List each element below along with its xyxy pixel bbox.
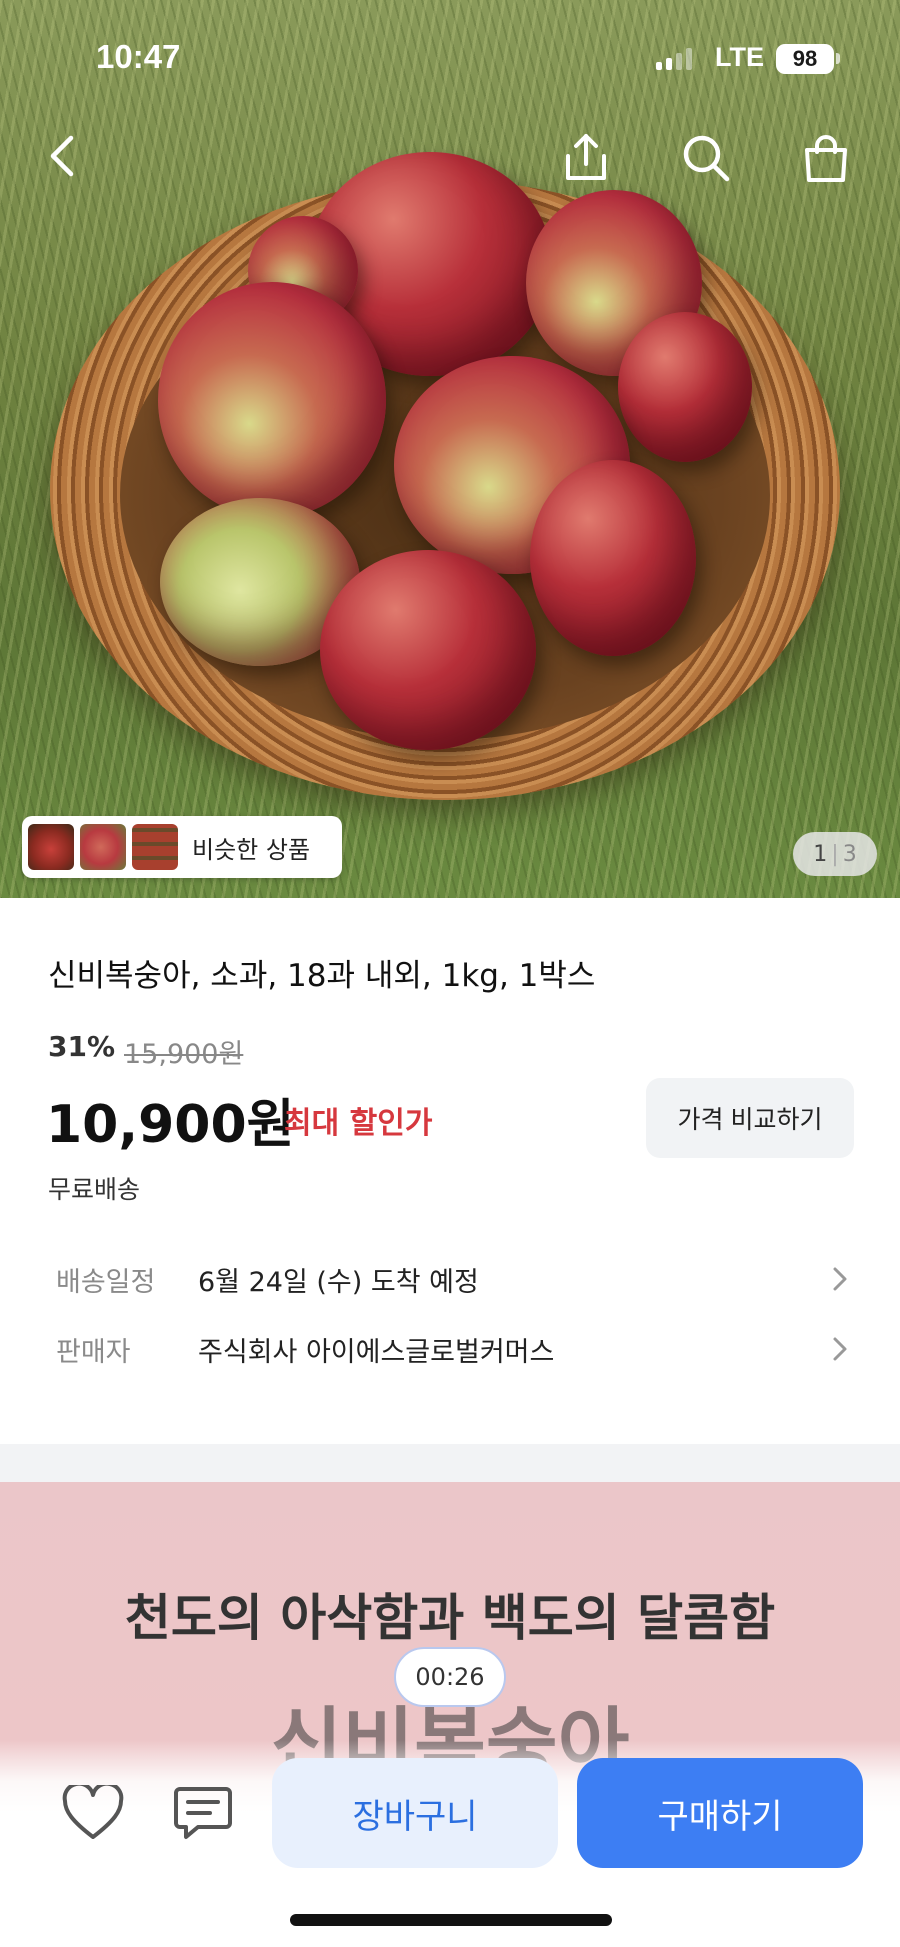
similar-thumb — [132, 824, 178, 870]
similar-products-label: 비슷한 상품 — [192, 835, 311, 864]
shipping-label: 무료배송 — [48, 1175, 141, 1204]
peach — [320, 550, 536, 750]
network-label: LTE — [715, 42, 764, 72]
seller-row[interactable]: 판매자 주식회사 아이에스글로벌커머스 — [0, 1320, 900, 1380]
buy-now-button[interactable]: 구매하기 — [577, 1758, 863, 1868]
peach — [158, 282, 386, 518]
similar-products-button[interactable]: 비슷한 상품 — [22, 816, 342, 878]
shopping-bag-icon[interactable] — [794, 126, 858, 190]
promo-headline: 천도의 아삭함과 백도의 달콤함 — [124, 1589, 776, 1647]
delivery-label: 배송일정 — [56, 1267, 156, 1298]
price-tag: 최대 할인가 — [284, 1106, 433, 1141]
seller-value: 주식회사 아이에스글로벌커머스 — [198, 1337, 555, 1368]
battery-icon: 98 — [776, 44, 834, 74]
original-price: 15,900원 — [124, 1039, 244, 1070]
peach — [530, 460, 696, 656]
peach — [618, 312, 752, 462]
image-counter-separator: | — [831, 841, 839, 867]
similar-thumb — [80, 824, 126, 870]
chat-icon[interactable] — [168, 1778, 238, 1848]
similar-thumb — [28, 824, 74, 870]
seller-label: 판매자 — [56, 1337, 131, 1368]
add-to-cart-button[interactable]: 장바구니 — [272, 1758, 558, 1868]
compare-price-button[interactable]: 가격 비교하기 — [646, 1078, 854, 1158]
status-time: 10:47 — [96, 38, 181, 75]
image-counter-total: 3 — [842, 841, 857, 867]
home-indicator — [290, 1914, 612, 1926]
chevron-right-icon — [833, 1267, 847, 1291]
back-icon[interactable] — [30, 124, 94, 188]
image-counter: 1 | 3 — [793, 832, 877, 876]
heart-icon[interactable] — [58, 1778, 128, 1848]
chevron-right-icon — [833, 1337, 847, 1361]
discount-rate: 31% — [48, 1030, 116, 1063]
product-image[interactable]: 10:47 LTE 98 비슷한 상품 1 | 3 — [0, 0, 900, 898]
video-timer[interactable]: 00:26 — [394, 1647, 506, 1707]
product-title: 신비복숭아, 소과, 18과 내외, 1kg, 1박스 — [48, 958, 596, 994]
share-icon[interactable] — [554, 126, 618, 190]
signal-icon — [656, 48, 692, 70]
battery-tip — [836, 53, 840, 64]
status-bar: 10:47 LTE 98 — [0, 0, 900, 120]
search-icon[interactable] — [674, 126, 738, 190]
delivery-row[interactable]: 배송일정 6월 24일 (수) 도착 예정 — [0, 1250, 900, 1310]
section-divider — [0, 1444, 900, 1482]
delivery-value: 6월 24일 (수) 도착 예정 — [198, 1267, 479, 1298]
sale-price: 10,900원 — [46, 1095, 295, 1155]
image-counter-current: 1 — [813, 841, 828, 867]
